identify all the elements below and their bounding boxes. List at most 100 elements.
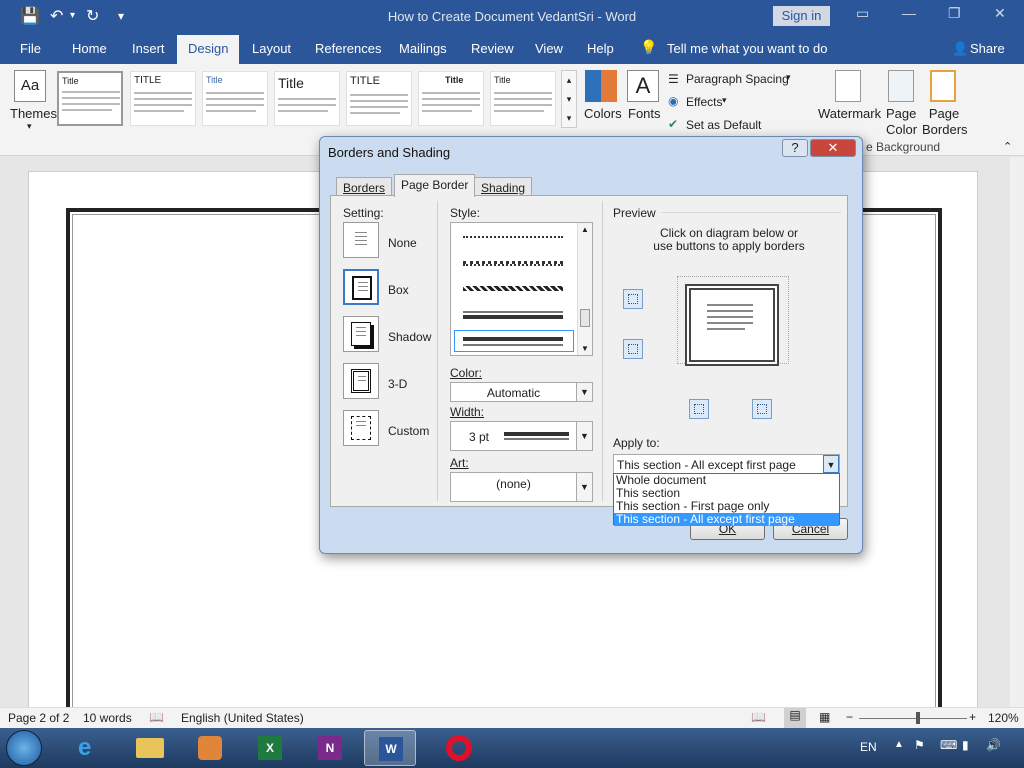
tab-insert[interactable]: Insert <box>132 41 165 56</box>
tab-layout[interactable]: Layout <box>252 41 291 56</box>
left-border-button[interactable] <box>689 399 709 419</box>
paragraph-spacing-button[interactable]: Paragraph Spacing <box>686 72 789 86</box>
dialog-close-button[interactable]: ✕ <box>810 139 856 157</box>
apply-to-dropdown[interactable]: This section - All except first page ▼ <box>613 454 840 474</box>
tab-page-border[interactable]: Page Border <box>394 174 476 197</box>
tell-me-search[interactable]: Tell me what you want to do <box>667 41 827 56</box>
ribbon-display-icon[interactable]: ▭ <box>856 5 869 22</box>
tab-design[interactable]: Design <box>177 35 240 64</box>
tab-review[interactable]: Review <box>471 41 514 56</box>
page-count[interactable]: Page 2 of 2 <box>8 711 69 725</box>
zoom-slider-thumb[interactable] <box>916 712 920 724</box>
style-thumb-2[interactable]: TITLE <box>130 71 196 126</box>
style-thumb-1[interactable]: Title <box>57 71 123 126</box>
internet-explorer-icon[interactable]: e <box>64 730 116 766</box>
page-borders-button[interactable]: Page Borders <box>922 106 968 138</box>
style-thumb-3[interactable]: Title <box>202 71 268 126</box>
proofing-icon[interactable]: 📖 <box>149 710 164 724</box>
vertical-scrollbar[interactable] <box>1010 157 1024 707</box>
keyboard-icon[interactable]: ⌨ <box>940 738 957 752</box>
zoom-in-icon[interactable]: + <box>969 710 976 724</box>
tab-shading[interactable]: Shading <box>474 177 533 197</box>
set-as-default-button[interactable]: Set as Default <box>686 118 761 132</box>
tab-mailings[interactable]: Mailings <box>399 41 447 56</box>
width-dropdown-arrow-icon[interactable]: ▼ <box>576 422 592 450</box>
sign-in-button[interactable]: Sign in <box>773 6 830 26</box>
colors-icon[interactable] <box>585 70 617 102</box>
styles-gallery-scroll[interactable]: ▴ ▾ ▾ <box>561 70 577 128</box>
page-color-button[interactable]: Page Color <box>886 106 917 138</box>
setting-custom-icon[interactable] <box>343 410 379 446</box>
setting-3d-icon[interactable] <box>343 363 379 399</box>
color-dropdown-arrow-icon[interactable]: ▼ <box>576 383 592 401</box>
page-color-icon[interactable] <box>888 70 914 102</box>
themes-button[interactable]: Themes <box>10 106 57 121</box>
network-icon[interactable]: ▮ <box>962 738 969 752</box>
read-mode-icon[interactable]: 📖 <box>751 710 766 724</box>
file-explorer-icon[interactable] <box>124 730 176 766</box>
tab-borders[interactable]: Borders <box>336 177 393 197</box>
setting-shadow-icon[interactable] <box>343 316 379 352</box>
web-layout-icon[interactable]: ▦ <box>819 710 830 724</box>
effects-dropdown-icon[interactable]: ▾ <box>722 95 727 106</box>
tab-home[interactable]: Home <box>72 41 107 56</box>
start-button-icon[interactable] <box>6 730 42 766</box>
setting-none-label[interactable]: None <box>388 236 417 250</box>
style-thumb-7[interactable]: Title <box>490 71 556 126</box>
paragraph-spacing-dropdown-icon[interactable]: ▾ <box>786 72 791 83</box>
style-list-scrollbar[interactable]: ▲ ▼ <box>577 223 592 355</box>
zoom-level[interactable]: 120% <box>988 711 1019 725</box>
top-border-button[interactable] <box>623 289 643 309</box>
excel-icon[interactable]: X <box>244 730 296 766</box>
tab-view[interactable]: View <box>535 41 563 56</box>
print-layout-icon[interactable]: ▤ <box>784 708 806 728</box>
right-border-button[interactable] <box>752 399 772 419</box>
close-window-icon[interactable]: ✕ <box>994 5 1006 22</box>
colors-button[interactable]: Colors <box>584 106 622 121</box>
restore-icon[interactable]: ❐ <box>948 5 961 22</box>
minimize-icon[interactable]: — <box>902 5 916 21</box>
setting-none-icon[interactable] <box>343 222 379 258</box>
apply-option-all-except-first[interactable]: This section - All except first page <box>614 513 839 526</box>
setting-custom-label[interactable]: Custom <box>388 424 429 438</box>
setting-shadow-label[interactable]: Shadow <box>388 330 431 344</box>
page-borders-icon[interactable] <box>930 70 956 102</box>
fonts-button[interactable]: Fonts <box>628 106 661 121</box>
media-player-icon[interactable] <box>184 730 236 766</box>
art-dropdown[interactable]: (none) ▼ <box>450 472 593 502</box>
themes-dropdown-icon[interactable]: ▾ <box>27 121 32 132</box>
onenote-icon[interactable]: N <box>304 730 356 766</box>
zoom-slider[interactable] <box>859 718 967 719</box>
width-dropdown[interactable]: 3 pt ▼ <box>450 421 593 451</box>
style-option-wavy[interactable] <box>463 236 563 240</box>
watermark-icon[interactable] <box>835 70 861 102</box>
language-status[interactable]: English (United States) <box>181 711 304 725</box>
setting-box-icon[interactable] <box>343 269 379 305</box>
watermark-button[interactable]: Watermark <box>818 106 881 121</box>
tab-help[interactable]: Help <box>587 41 614 56</box>
preview-diagram[interactable] <box>685 284 779 366</box>
art-dropdown-arrow-icon[interactable]: ▼ <box>576 473 592 501</box>
themes-icon[interactable]: Aa <box>14 70 46 102</box>
word-icon[interactable]: W <box>364 730 416 766</box>
style-thumb-6[interactable]: Title <box>418 71 484 126</box>
volume-icon[interactable]: 🔊 <box>986 738 1001 752</box>
collapse-ribbon-icon[interactable]: ⌃ <box>1003 140 1012 153</box>
opera-icon[interactable] <box>432 730 484 766</box>
style-option-selected[interactable] <box>454 330 574 352</box>
share-button[interactable]: Share <box>970 41 1005 56</box>
tab-file[interactable]: File <box>20 41 41 56</box>
show-hidden-icons[interactable]: ▲ <box>894 739 904 750</box>
setting-box-label[interactable]: Box <box>388 283 409 297</box>
bottom-border-button[interactable] <box>623 339 643 359</box>
color-dropdown[interactable]: Automatic ▼ <box>450 382 593 402</box>
fonts-icon[interactable]: A <box>627 70 659 102</box>
setting-3d-label[interactable]: 3-D <box>388 377 407 391</box>
apply-to-dropdown-arrow-icon[interactable]: ▼ <box>823 455 839 473</box>
style-option-dashdot[interactable] <box>463 286 563 291</box>
word-count[interactable]: 10 words <box>83 711 132 725</box>
input-language[interactable]: EN <box>860 740 877 754</box>
style-list[interactable]: ▲ ▼ <box>450 222 593 356</box>
flag-icon[interactable]: ⚑ <box>914 738 925 752</box>
zoom-out-icon[interactable]: − <box>846 710 853 724</box>
